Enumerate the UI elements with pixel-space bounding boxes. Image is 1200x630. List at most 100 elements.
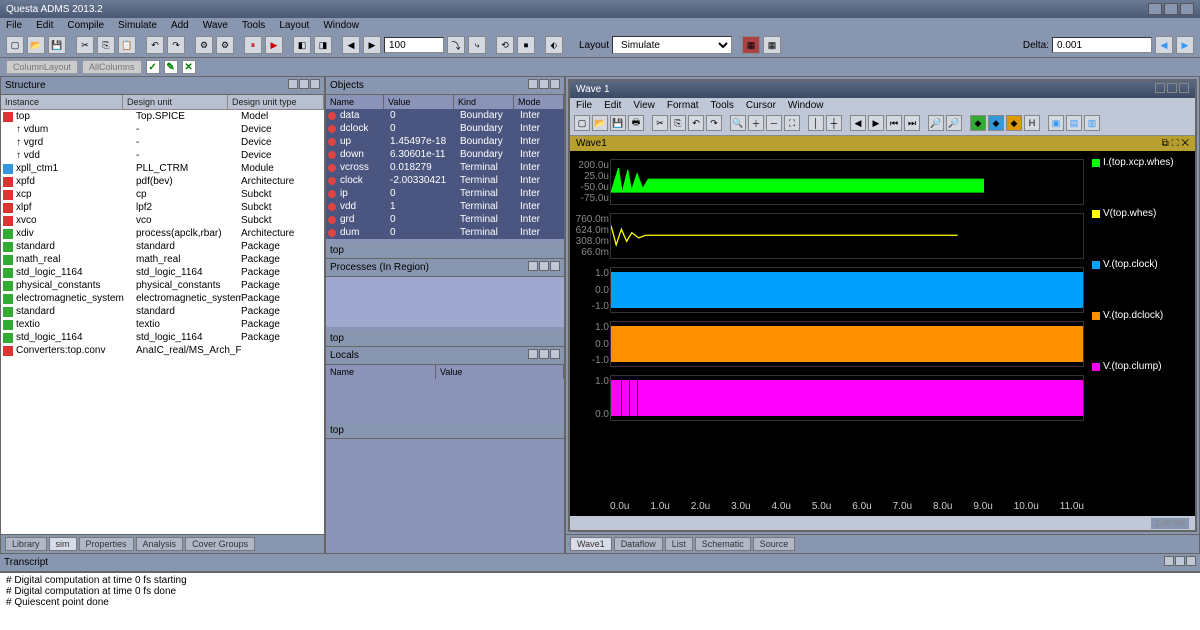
tree-row[interactable]: std_logic_1164std_logic_1164Package xyxy=(1,331,324,344)
step-over-icon[interactable]: ⤵ xyxy=(447,36,465,54)
tab-source[interactable]: Source xyxy=(753,537,796,551)
wave-save-icon[interactable]: 💾 xyxy=(610,115,626,131)
step-icon[interactable]: ⏸ xyxy=(244,36,262,54)
wave-sel3-icon[interactable]: ▥ xyxy=(1084,115,1100,131)
object-row[interactable]: dum0TerminalInter xyxy=(326,226,564,239)
object-row[interactable]: clock-2.00330421TerminalInter xyxy=(326,174,564,187)
tree-row[interactable]: ↑ vdum-Device xyxy=(1,123,324,136)
menu-add[interactable]: Add xyxy=(171,20,189,31)
tab-properties[interactable]: Properties xyxy=(79,537,134,551)
wave-open-icon[interactable]: 📂 xyxy=(592,115,608,131)
open-icon[interactable]: 📂 xyxy=(27,36,45,54)
wave-menu-window[interactable]: Window xyxy=(788,100,824,111)
transcript-body[interactable]: Digital computation at time 0 fs startin… xyxy=(0,573,1200,630)
new-icon[interactable]: ▢ xyxy=(6,36,24,54)
object-row[interactable]: vdd1TerminalInter xyxy=(326,200,564,213)
tab-library[interactable]: Library xyxy=(5,537,47,551)
wave-menu-view[interactable]: View xyxy=(633,100,655,111)
panel-max-icon[interactable] xyxy=(299,79,309,89)
wave-findnext-icon[interactable]: 🔎 xyxy=(946,115,962,131)
menu-simulate[interactable]: Simulate xyxy=(118,20,157,31)
undo-icon[interactable]: ↶ xyxy=(146,36,164,54)
wave-find-icon[interactable]: 🔎 xyxy=(928,115,944,131)
closed-panel-1[interactable]: ColumnLayout xyxy=(6,60,78,74)
tab-list[interactable]: List xyxy=(665,537,693,551)
tool-icon[interactable]: ⚙ xyxy=(195,36,213,54)
legend-item[interactable]: V.(top.clock) xyxy=(1092,259,1193,270)
back-icon[interactable]: ◀ xyxy=(342,36,360,54)
object-row[interactable]: data0BoundaryInter xyxy=(326,109,564,122)
wave-sel2-icon[interactable]: ▤ xyxy=(1066,115,1082,131)
wave-cursor-icon[interactable]: │ xyxy=(808,115,824,131)
wave-redo-icon[interactable]: ↷ xyxy=(706,115,722,131)
wave-track[interactable]: 1.00.0-1.0 xyxy=(610,267,1084,313)
object-row[interactable]: up1.45497e-18BoundaryInter xyxy=(326,135,564,148)
copy-icon[interactable]: ⎘ xyxy=(97,36,115,54)
wave-prev-icon[interactable]: ◀ xyxy=(850,115,866,131)
tree-row[interactable]: textiotextioPackage xyxy=(1,318,324,331)
tree-row[interactable]: electromagnetic_systemelectromagnetic_sy… xyxy=(1,292,324,305)
wave-fmt2-icon[interactable]: ◆ xyxy=(988,115,1004,131)
wave-fmt3-icon[interactable]: ◆ xyxy=(1006,115,1022,131)
wave-cut-icon[interactable]: ✂ xyxy=(652,115,668,131)
legend-item[interactable]: V(top.whes) xyxy=(1092,208,1193,219)
wave-max-icon[interactable]: ⛶ xyxy=(1172,138,1179,149)
object-row[interactable]: ip0TerminalInter xyxy=(326,187,564,200)
redo-icon[interactable]: ↷ xyxy=(167,36,185,54)
wave-last-icon[interactable]: ⏭ xyxy=(904,115,920,131)
menu-file[interactable]: File xyxy=(6,20,22,31)
tree-row[interactable]: topTop.SPICEModel xyxy=(1,110,324,123)
panel-max-icon[interactable] xyxy=(539,79,549,89)
panel-close-icon[interactable] xyxy=(550,79,560,89)
wave-track[interactable]: 1.00.0-1.0 xyxy=(610,321,1084,367)
tab-dataflow[interactable]: Dataflow xyxy=(614,537,663,551)
wave-track[interactable]: 1.00.0 xyxy=(610,375,1084,421)
legend-item[interactable]: I.(top.xcp.whes) xyxy=(1092,157,1193,168)
wave-track[interactable]: 760.0m624.0m308.0m66.0m xyxy=(610,213,1084,259)
tab-cover groups[interactable]: Cover Groups xyxy=(185,537,255,551)
wave-print-icon[interactable]: 🖶 xyxy=(628,115,644,131)
wave-detach-icon[interactable]: ⧉ xyxy=(1162,138,1169,149)
menu-compile[interactable]: Compile xyxy=(67,20,104,31)
fwd-icon[interactable]: ▶ xyxy=(363,36,381,54)
cut-icon[interactable]: ✂ xyxy=(76,36,94,54)
layout-btn2-icon[interactable]: ▦ xyxy=(763,36,781,54)
layout-btn-icon[interactable]: ▦ xyxy=(742,36,760,54)
tab-wave1[interactable]: Wave1 xyxy=(570,537,612,551)
wave-menu-edit[interactable]: Edit xyxy=(604,100,621,111)
sim-icon[interactable]: ◧ xyxy=(293,36,311,54)
menu-tools[interactable]: Tools xyxy=(242,20,265,31)
wave-menu-format[interactable]: Format xyxy=(667,100,699,111)
tree-row[interactable]: ↑ vdd-Device xyxy=(1,149,324,162)
tab-schematic[interactable]: Schematic xyxy=(695,537,751,551)
wave-menu-file[interactable]: File xyxy=(576,100,592,111)
object-row[interactable]: down6.30601e-11BoundaryInter xyxy=(326,148,564,161)
tree-row[interactable]: standardstandardPackage xyxy=(1,240,324,253)
minimize-icon[interactable] xyxy=(1148,3,1162,15)
tree-row[interactable]: xvcovcoSubckt xyxy=(1,214,324,227)
tab-analysis[interactable]: Analysis xyxy=(136,537,184,551)
wave-undo-icon[interactable]: ↶ xyxy=(688,115,704,131)
tree-row[interactable]: xdivprocess(apclk,rbar)Architecture xyxy=(1,227,324,240)
sim2-icon[interactable]: ◨ xyxy=(314,36,332,54)
closed-panel-2[interactable]: AllColumns xyxy=(82,60,142,74)
wave-zoomin-icon[interactable]: ＋ xyxy=(748,115,764,131)
menu-wave[interactable]: Wave xyxy=(203,20,228,31)
tab-sim[interactable]: sim xyxy=(49,537,77,551)
check-icon[interactable]: ✓ xyxy=(146,60,160,74)
prev-delta-icon[interactable]: ◀ xyxy=(1155,36,1173,54)
run-icon[interactable]: ▶ xyxy=(265,36,283,54)
wave-fmt-icon[interactable]: ◆ xyxy=(970,115,986,131)
wave-fmt4-icon[interactable]: H xyxy=(1024,115,1040,131)
check2-icon[interactable]: ✎ xyxy=(164,60,178,74)
save-icon[interactable]: 💾 xyxy=(48,36,66,54)
maximize-icon[interactable] xyxy=(1164,3,1178,15)
legend-item[interactable]: V.(top.clump) xyxy=(1092,361,1193,372)
object-row[interactable]: grd0TerminalInter xyxy=(326,213,564,226)
tool2-icon[interactable]: ⚙ xyxy=(216,36,234,54)
tree-row[interactable]: xcpcpSubckt xyxy=(1,188,324,201)
panel-min-icon[interactable] xyxy=(528,79,538,89)
check3-icon[interactable]: ✕ xyxy=(182,60,196,74)
wave-zoom-icon[interactable]: 🔍 xyxy=(730,115,746,131)
wave-copy-icon[interactable]: ⎘ xyxy=(670,115,686,131)
